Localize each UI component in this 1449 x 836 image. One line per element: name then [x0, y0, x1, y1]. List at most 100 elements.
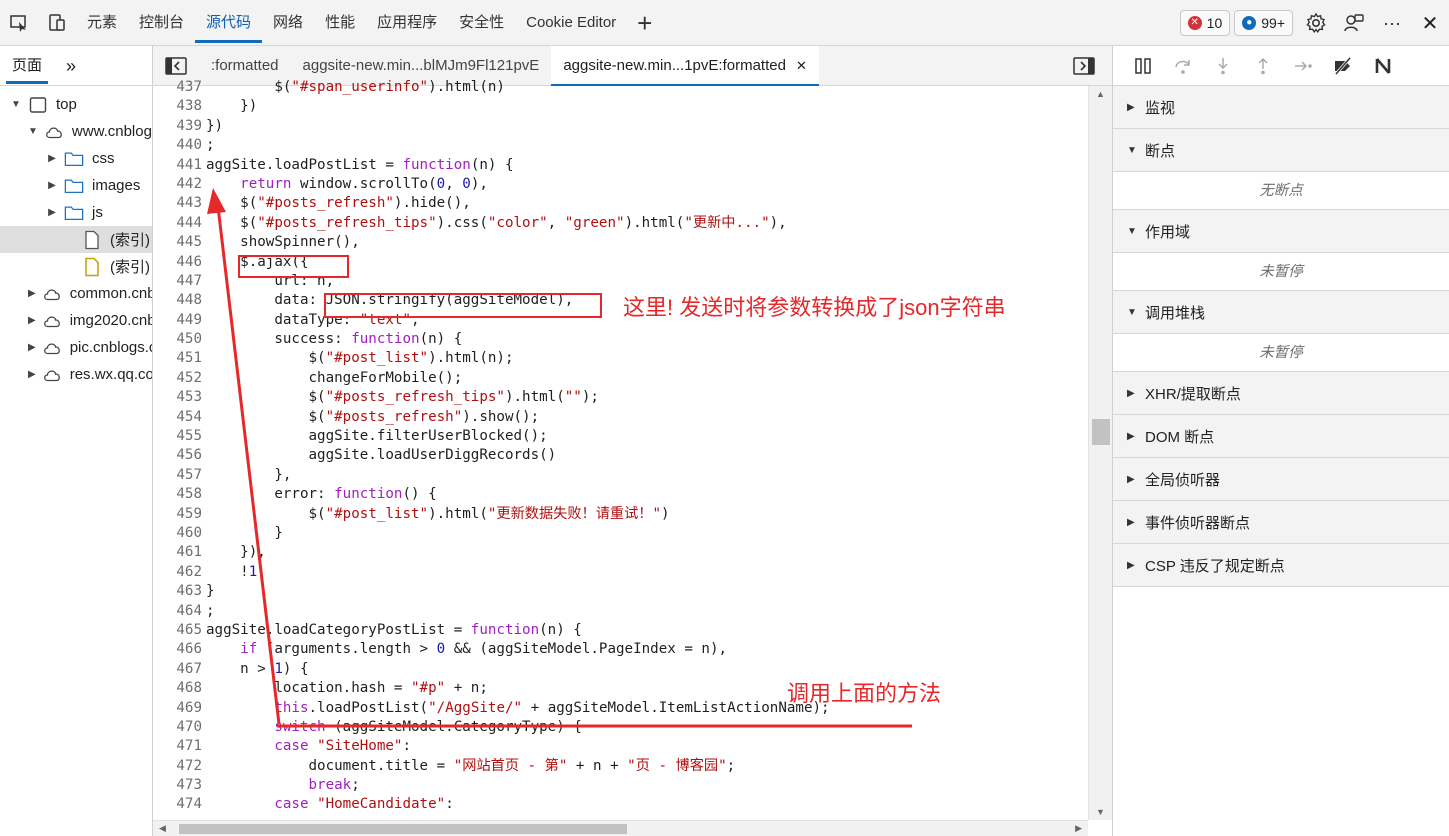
add-panel-button[interactable]: + [627, 0, 662, 46]
line-number[interactable]: 471 [153, 737, 206, 756]
chevron-right-icon[interactable]: ▶ [46, 180, 58, 191]
line-number[interactable]: 453 [153, 388, 206, 407]
settings-gear-icon[interactable] [1297, 0, 1335, 46]
debugger-section-header[interactable]: ▶ CSP 违反了规定断点 [1113, 544, 1449, 587]
errors-badge[interactable]: ✕ 10 [1179, 10, 1231, 36]
close-devtools-icon[interactable]: ✕ [1411, 0, 1449, 46]
line-number[interactable]: 451 [153, 349, 206, 368]
line-number[interactable]: 464 [153, 602, 206, 621]
line-number[interactable]: 460 [153, 524, 206, 543]
line-number[interactable]: 447 [153, 272, 206, 291]
chevron-down-icon[interactable]: ▼ [28, 126, 38, 137]
line-number[interactable]: 469 [153, 699, 206, 718]
tree-item[interactable]: ▼ top [0, 91, 152, 118]
vertical-scroll-thumb[interactable] [1092, 419, 1110, 445]
panel-tab[interactable]: 控制台 [128, 0, 195, 46]
tree-item[interactable]: (索引) [0, 253, 152, 280]
line-number[interactable]: 441 [153, 156, 206, 175]
line-number[interactable]: 452 [153, 369, 206, 388]
line-number[interactable]: 472 [153, 757, 206, 776]
pause-icon[interactable] [1123, 46, 1163, 86]
debugger-section-header[interactable]: ▶ XHR/提取断点 [1113, 372, 1449, 415]
line-number[interactable]: 444 [153, 214, 206, 233]
tree-item[interactable]: ▶ res.wx.qq.com [0, 361, 152, 388]
chevron-right-icon[interactable]: ▶ [46, 207, 58, 218]
line-number[interactable]: 462 [153, 563, 206, 582]
line-number[interactable]: 454 [153, 408, 206, 427]
step-out-icon[interactable] [1243, 46, 1283, 86]
pause-on-exceptions-icon[interactable] [1363, 46, 1403, 86]
chevron-right-icon[interactable]: ▶ [28, 288, 36, 299]
debugger-section-header[interactable]: ▶ DOM 断点 [1113, 415, 1449, 458]
feedback-icon[interactable] [1335, 0, 1373, 46]
line-number[interactable]: 455 [153, 427, 206, 446]
line-number[interactable]: 445 [153, 233, 206, 252]
debugger-section-header[interactable]: ▼ 调用堆栈 [1113, 291, 1449, 334]
line-number[interactable]: 459 [153, 505, 206, 524]
vertical-scrollbar[interactable]: ▲ ▼ [1088, 86, 1112, 820]
step-into-icon[interactable] [1203, 46, 1243, 86]
line-number[interactable]: 468 [153, 679, 206, 698]
more-options-icon[interactable]: ··· [1373, 0, 1411, 46]
line-number[interactable]: 473 [153, 776, 206, 795]
step-icon[interactable] [1283, 46, 1323, 86]
line-number[interactable]: 474 [153, 795, 206, 814]
panel-tab[interactable]: 性能 [314, 0, 366, 46]
line-number[interactable]: 448 [153, 291, 206, 310]
line-number[interactable]: 442 [153, 175, 206, 194]
tree-item[interactable]: (索引) [0, 226, 152, 253]
tab-page[interactable]: 页面 [0, 46, 54, 86]
line-number[interactable]: 465 [153, 621, 206, 640]
line-number[interactable]: 450 [153, 330, 206, 349]
deactivate-breakpoints-icon[interactable] [1323, 46, 1363, 86]
panel-tab[interactable]: 应用程序 [366, 0, 448, 46]
line-number[interactable]: 437 [153, 78, 206, 97]
debugger-section-header[interactable]: ▼ 断点 [1113, 129, 1449, 172]
line-number[interactable]: 467 [153, 660, 206, 679]
line-number[interactable]: 449 [153, 311, 206, 330]
line-number[interactable]: 439 [153, 117, 206, 136]
line-number[interactable]: 463 [153, 582, 206, 601]
debugger-section-header[interactable]: ▶ 事件侦听器断点 [1113, 501, 1449, 544]
line-number[interactable]: 446 [153, 253, 206, 272]
device-emulation-icon[interactable] [38, 0, 76, 46]
chevron-right-icon[interactable]: ▶ [28, 342, 36, 353]
debugger-section-header[interactable]: ▶ 全局侦听器 [1113, 458, 1449, 501]
line-number[interactable]: 470 [153, 718, 206, 737]
scroll-right-arrow-icon[interactable]: ▶ [1075, 823, 1082, 834]
line-number[interactable]: 458 [153, 485, 206, 504]
more-tabs-chevron-icon[interactable]: » [54, 46, 88, 86]
line-number[interactable]: 457 [153, 466, 206, 485]
tree-item[interactable]: ▼ www.cnblogs.com [0, 118, 152, 145]
step-over-icon[interactable] [1163, 46, 1203, 86]
line-number[interactable]: 438 [153, 97, 206, 116]
tree-item[interactable]: ▶ js [0, 199, 152, 226]
line-number[interactable]: 466 [153, 640, 206, 659]
code-view[interactable]: 437 $("#span_userinfo").html(n) 438 }) 439… [153, 78, 1088, 820]
line-number[interactable]: 456 [153, 446, 206, 465]
tree-item[interactable]: ▶ common.cnblogs.com [0, 280, 152, 307]
chevron-right-icon[interactable]: ▶ [28, 315, 36, 326]
tree-item[interactable]: ▶ css [0, 145, 152, 172]
horizontal-scrollbar[interactable]: ◀ ▶ [153, 820, 1088, 836]
panel-tab[interactable]: 网络 [262, 0, 314, 46]
tree-item[interactable]: ▶ pic.cnblogs.com [0, 334, 152, 361]
tree-item[interactable]: ▶ images [0, 172, 152, 199]
inspect-element-icon[interactable] [0, 0, 38, 46]
panel-tab[interactable]: 元素 [76, 0, 128, 46]
close-tab-icon[interactable]: ✕ [796, 58, 807, 73]
messages-badge[interactable]: ● 99+ [1234, 10, 1293, 36]
line-number[interactable]: 440 [153, 136, 206, 155]
panel-tab[interactable]: 源代码 [195, 0, 263, 46]
line-number[interactable]: 443 [153, 194, 206, 213]
scroll-up-arrow-icon[interactable]: ▲ [1096, 89, 1105, 99]
chevron-down-icon[interactable]: ▼ [10, 99, 22, 110]
chevron-right-icon[interactable]: ▶ [46, 153, 58, 164]
panel-tab[interactable]: Cookie Editor [515, 0, 627, 46]
chevron-right-icon[interactable]: ▶ [28, 369, 36, 380]
line-number[interactable]: 461 [153, 543, 206, 562]
scroll-down-arrow-icon[interactable]: ▼ [1096, 807, 1105, 817]
debugger-section-header[interactable]: ▶ 监视 [1113, 86, 1449, 129]
tree-item[interactable]: ▶ img2020.cnblogs.com [0, 307, 152, 334]
horizontal-scroll-thumb[interactable] [179, 824, 627, 834]
